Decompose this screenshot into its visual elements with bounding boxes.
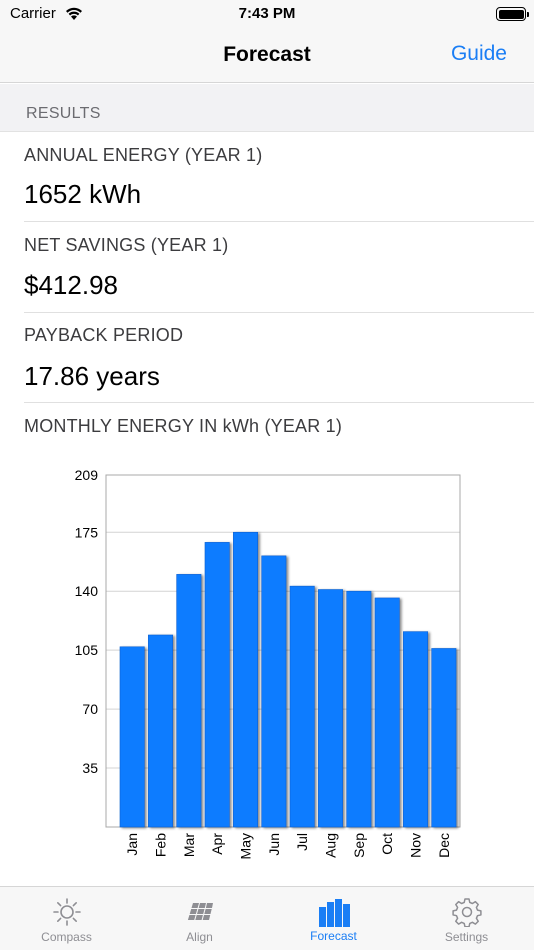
x-tick-label: Aug — [323, 833, 339, 858]
gear-icon — [451, 898, 482, 927]
bar-jun — [261, 555, 287, 828]
bar-dec — [431, 648, 457, 828]
monthly-energy-label: MONTHLY ENERGY IN kWh (YEAR 1) — [24, 416, 343, 436]
results-header-label: RESULTS — [26, 105, 101, 122]
tab-compass[interactable]: Compass — [0, 887, 133, 950]
sun-icon — [52, 898, 81, 926]
x-tick-label: Jun — [266, 833, 282, 856]
bar-apr — [204, 542, 230, 828]
tab-forecast-label: Forecast — [310, 929, 357, 943]
x-tick-label: Sep — [351, 833, 367, 858]
annual-energy-value: 1652 kWh — [24, 179, 142, 209]
bar-feb — [148, 634, 173, 828]
payback-period-label: PAYBACK PERIOD — [24, 325, 184, 345]
x-tick-label: Oct — [379, 833, 395, 855]
bar-jul — [289, 585, 315, 828]
bar-oct — [374, 597, 400, 828]
y-tick-label: 140 — [75, 583, 99, 599]
bar-nov — [403, 631, 429, 828]
y-tick-label: 35 — [82, 760, 98, 776]
bar-may — [233, 531, 258, 828]
bar-mar — [176, 574, 202, 828]
tab-bar: Compass Align Forecast Settings — [0, 886, 534, 950]
y-tick-label: 175 — [75, 524, 99, 540]
tab-forecast[interactable]: Forecast — [267, 887, 400, 950]
divider — [24, 221, 534, 222]
divider — [24, 312, 534, 313]
battery-icon — [496, 7, 529, 21]
bar-sep — [346, 590, 372, 828]
monthly-energy-chart: 209 175 140 105 70 35 Jan Feb Mar Apr May Jun Jul Aug… — [75, 467, 461, 859]
y-tick-label: 70 — [82, 701, 98, 717]
tab-compass-label: Compass — [41, 930, 92, 944]
net-savings-value: $412.98 — [24, 270, 118, 300]
tab-settings-label: Settings — [444, 930, 489, 944]
y-tick-label: 105 — [75, 642, 99, 658]
bar-aug — [318, 589, 344, 828]
tab-align-label: Align — [186, 930, 213, 944]
x-tick-label: May — [238, 833, 254, 859]
x-tick-label: Mar — [181, 833, 197, 857]
x-tick-label: Apr — [209, 833, 225, 855]
net-savings-label: NET SAVINGS (YEAR 1) — [24, 235, 229, 255]
guide-button[interactable]: Guide — [451, 42, 507, 66]
annual-energy-label: ANNUAL ENERGY (YEAR 1) — [24, 145, 263, 165]
payback-period-value: 17.86 years — [24, 361, 160, 391]
bar-jan — [119, 646, 145, 828]
status-bar: Carrier 7:43 PM — [0, 0, 534, 30]
clock: 7:43 PM — [238, 5, 296, 22]
x-tick-label: Dec — [436, 833, 452, 858]
navigation-bar: Forecast Guide — [0, 30, 534, 83]
tab-settings[interactable]: Settings — [400, 887, 533, 950]
solar-panel-icon — [187, 903, 213, 920]
x-tick-label: Jul — [294, 833, 310, 851]
tab-align[interactable]: Align — [133, 887, 266, 950]
results-section-header: RESULTS — [0, 84, 534, 132]
divider — [24, 402, 534, 403]
x-tick-label: Feb — [153, 833, 169, 857]
y-tick-label: 209 — [75, 467, 99, 483]
bar-chart-icon — [318, 899, 350, 927]
x-tick-label: Jan — [124, 833, 140, 856]
x-tick-label: Nov — [408, 833, 424, 858]
